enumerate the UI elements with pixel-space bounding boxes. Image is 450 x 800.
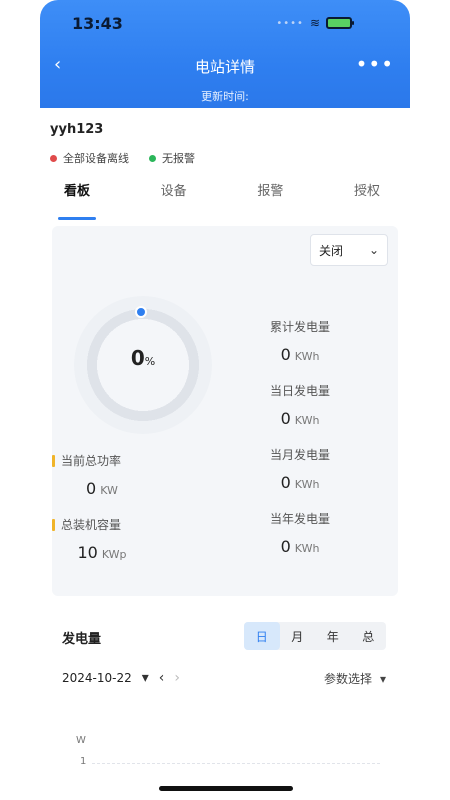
generation-section-title: 发电量 xyxy=(62,632,102,647)
date-value[interactable]: 2024-10-22 xyxy=(62,671,132,685)
period-switch: 日 月 年 总 xyxy=(244,622,386,650)
installed-capacity-label-text: 总装机容量 xyxy=(61,518,122,532)
period-year-button[interactable]: 年 xyxy=(315,622,351,650)
gauge-value: 0% xyxy=(74,346,212,370)
gauge-indicator-dot xyxy=(135,306,147,318)
status-time: 13:43 xyxy=(72,14,123,33)
period-day-button[interactable]: 日 xyxy=(244,622,280,650)
period-total-button[interactable]: 总 xyxy=(351,622,387,650)
yearly-generation-label: 当年发电量 xyxy=(269,512,330,526)
current-power-stat: 当前总功率 0 KW xyxy=(52,452,202,498)
yellow-bar-icon xyxy=(52,518,55,531)
more-icon[interactable]: ••• xyxy=(356,52,394,76)
yearly-generation-unit: KWh xyxy=(294,542,320,555)
no-alarm-dot-icon xyxy=(149,154,156,162)
monthly-generation-unit: KWh xyxy=(294,478,320,491)
installed-capacity-stat: 总装机容量 10 KWp xyxy=(52,516,202,562)
total-generation-number: 0 xyxy=(280,345,291,364)
monthly-generation-number: 0 xyxy=(280,473,291,492)
total-generation-unit: KWh xyxy=(294,350,320,363)
alarm-status-text: 无报警 xyxy=(162,152,195,165)
home-indicator xyxy=(159,786,293,791)
date-dropdown-icon[interactable]: ▾ xyxy=(142,670,149,686)
daily-generation-label: 当日发电量 xyxy=(269,384,330,398)
device-status: 全部设备离线 xyxy=(50,150,129,166)
yearly-generation-value: 0 KWh xyxy=(240,537,360,556)
signal-icon: •••• xyxy=(276,17,304,29)
mode-select[interactable]: 关闭 ⌄ xyxy=(310,234,388,266)
daily-generation-stat: 当日发电量 0 KWh xyxy=(240,382,360,428)
tab-dashboard[interactable]: 看板 xyxy=(52,176,102,220)
total-generation-value: 0 KWh xyxy=(240,345,360,364)
tab-alarms[interactable]: 报警 xyxy=(245,176,295,212)
station-name: yyh123 xyxy=(50,122,104,137)
battery-icon xyxy=(326,17,354,29)
total-generation-stat: 累计发电量 0 KWh xyxy=(240,318,360,364)
current-power-value: 0 KW xyxy=(52,479,152,498)
prev-date-icon[interactable]: ‹ xyxy=(159,670,165,686)
daily-generation-unit: KWh xyxy=(294,414,320,427)
daily-generation-number: 0 xyxy=(280,409,291,428)
yearly-generation-stat: 当年发电量 0 KWh xyxy=(240,510,360,556)
gauge-unit: % xyxy=(144,355,156,368)
monthly-generation-stat: 当月发电量 0 KWh xyxy=(240,446,360,492)
current-power-label: 当前总功率 xyxy=(52,452,202,469)
status-row: 全部设备离线 无报警 xyxy=(50,150,195,166)
monthly-generation-value: 0 KWh xyxy=(240,473,360,492)
status-icons: •••• ≋ xyxy=(276,16,354,30)
wifi-icon: ≋ xyxy=(309,16,320,30)
next-date-icon[interactable]: › xyxy=(174,670,180,686)
chart-gridline xyxy=(92,763,380,764)
yellow-bar-icon xyxy=(52,454,55,467)
daily-generation-value: 0 KWh xyxy=(240,409,360,428)
app-screen: 13:43 •••• ≋ ‹ 电站详情 ••• 更新时间: yyh123 全部设… xyxy=(0,0,450,800)
installed-capacity-unit: KWp xyxy=(101,548,127,561)
monthly-generation-label: 当月发电量 xyxy=(269,448,330,462)
param-select-label: 参数选择 xyxy=(323,672,372,686)
total-generation-label: 累计发电量 xyxy=(269,320,330,334)
alarm-status: 无报警 xyxy=(149,150,195,166)
header: 13:43 •••• ≋ ‹ 电站详情 ••• 更新时间: xyxy=(40,0,410,108)
current-power-number: 0 xyxy=(86,479,97,498)
mode-select-value: 关闭 xyxy=(319,243,344,258)
device-status-text: 全部设备离线 xyxy=(63,152,129,165)
tab-devices[interactable]: 设备 xyxy=(149,176,199,212)
installed-capacity-number: 10 xyxy=(77,543,98,562)
gauge-number: 0 xyxy=(130,346,145,370)
date-picker-row: 2024-10-22 ▾ ‹ › xyxy=(62,670,180,686)
chart-y-unit: W xyxy=(76,735,86,746)
param-select-chevron-icon: ▾ xyxy=(379,671,386,686)
param-select[interactable]: 参数选择 ▾ xyxy=(324,670,386,687)
current-power-label-text: 当前总功率 xyxy=(61,454,122,468)
chevron-down-icon: ⌄ xyxy=(368,243,379,257)
current-power-unit: KW xyxy=(100,484,118,497)
update-time-label: 更新时间: xyxy=(201,90,249,103)
tab-authorization[interactable]: 授权 xyxy=(342,176,392,212)
period-month-button[interactable]: 月 xyxy=(280,622,316,650)
installed-capacity-value: 10 KWp xyxy=(52,543,152,562)
page-title: 电站详情 xyxy=(194,58,255,76)
yearly-generation-number: 0 xyxy=(280,537,291,556)
installed-capacity-label: 总装机容量 xyxy=(52,516,202,533)
offline-dot-icon xyxy=(50,154,57,162)
chart-y-tick: 1 xyxy=(80,756,87,767)
tabs: 看板 设备 报警 授权 xyxy=(52,176,392,220)
